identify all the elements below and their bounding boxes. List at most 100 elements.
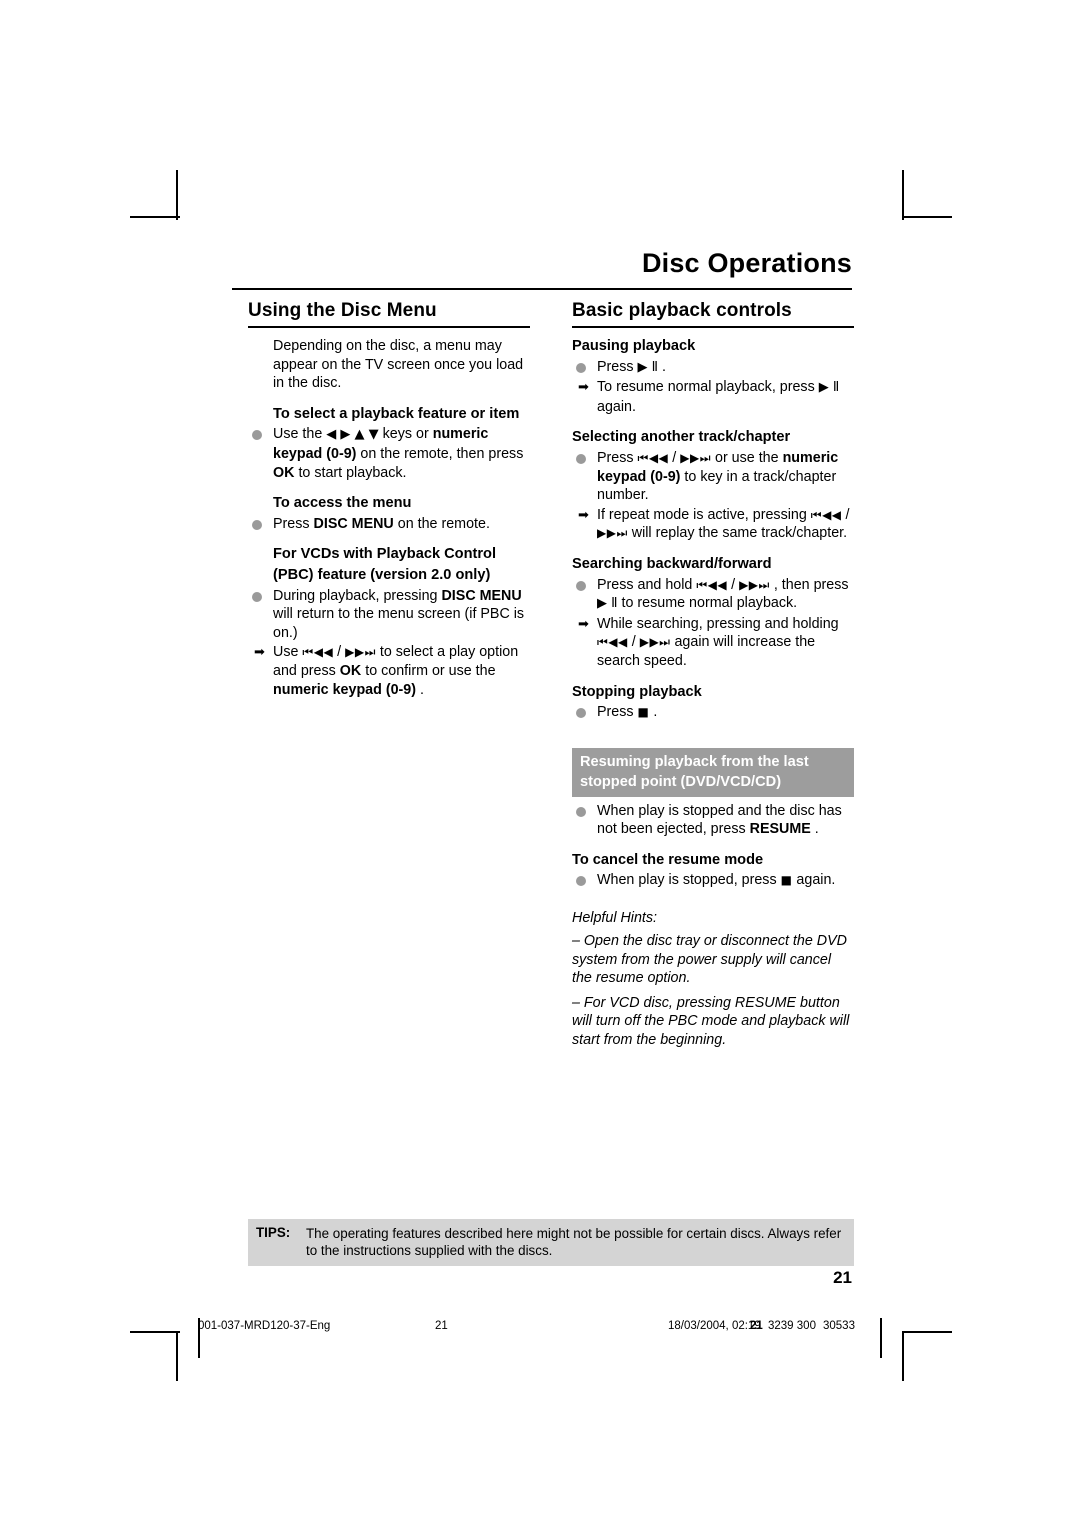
list-item: Press and hold ⏮◀◀ / ▶▶⏭ , then press ▶ … — [572, 576, 854, 614]
next-track-icon: ▶▶⏭ — [739, 577, 770, 592]
next-track-icon: ▶▶⏭ — [597, 526, 628, 541]
subheading-stopping-playback: Stopping playback — [572, 683, 702, 700]
header-divider — [232, 288, 852, 290]
list-item: Press ⏮◀◀ / ▶▶⏭ or use the numeric keypa… — [572, 449, 854, 505]
arrow-text-a: To resume normal playback, press — [597, 379, 815, 396]
direction-keys-icon: ◀ ▶ ▲ ▼ — [326, 427, 379, 443]
subheading-pausing-playback: Pausing playback — [572, 338, 696, 354]
bullet-dot-icon — [576, 708, 586, 719]
footer-date: 18/03/2004, 02:19 — [668, 1320, 761, 1332]
play-pause-icon: ▶ Ⅱ — [637, 359, 659, 375]
subheading-cancel-resume-mode: To cancel the resume mode — [572, 851, 764, 868]
bullet-text-a: Press — [597, 358, 634, 375]
bullet-text-b: . — [662, 358, 667, 375]
footer-code-2: 3239 300 — [768, 1320, 816, 1332]
helpful-hint-1: – Open the disc tray or disconnect the D… — [572, 933, 847, 987]
bullet-text-a: Press — [597, 704, 634, 721]
list-item: During playback, pressing DISC MENU will… — [248, 587, 530, 643]
arrow-icon: ➡ — [578, 379, 589, 395]
bullet-text-d: to start playback. — [298, 464, 407, 481]
bullet-text-b: or use the — [715, 449, 779, 466]
bullet-text-b: . — [814, 821, 819, 838]
play-pause-icon: ▶ Ⅱ — [818, 380, 840, 396]
list-item: When play is stopped, press ■ again. — [572, 871, 854, 890]
bullet-text-c: to resume normal playback. — [621, 595, 798, 612]
crop-mark-top-right-vertical — [902, 170, 904, 220]
arrow-text-d: . — [420, 681, 424, 698]
subheading-access-the-menu: To access the menu — [273, 495, 412, 512]
left-column: Using the Disc Menu Depending on the dis… — [248, 300, 530, 699]
bullet-text-b: keys or — [382, 426, 429, 443]
list-item-arrow: ➡ To resume normal playback, press ▶ Ⅱ a… — [572, 378, 854, 416]
bullet-bold-disc-menu: DISC MENU — [313, 515, 394, 532]
list-item: Press DISC MENU on the remote. — [248, 515, 530, 534]
previous-track-icon: ⏮◀◀ — [302, 645, 334, 660]
arrow-bold-ok: OK — [339, 662, 362, 679]
arrow-text-a: If repeat mode is active, pressing — [597, 506, 807, 523]
previous-track-icon: ⏮◀◀ — [696, 577, 728, 592]
list-item: When play is stopped and the disc has no… — [572, 802, 854, 839]
bullet-text-a: Press — [597, 449, 634, 466]
section-title-using-the-disc-menu: Using the Disc Menu — [248, 300, 437, 321]
bullet-text-b: , then press — [773, 576, 849, 593]
bullet-text-a: Press — [273, 515, 310, 532]
section-divider-left — [248, 326, 530, 328]
bullet-dot-icon — [252, 519, 262, 530]
previous-track-icon: ⏮◀◀ — [810, 507, 842, 522]
subheading-selecting-track-chapter: Selecting another track/chapter — [572, 429, 791, 446]
arrow-icon: ➡ — [578, 615, 589, 631]
list-item: Press ■ . — [572, 703, 854, 722]
list-item-arrow: ➡ Use ⏮◀◀ / ▶▶⏭ to select a play option … — [248, 643, 530, 699]
next-track-icon: ▶▶⏭ — [680, 450, 712, 465]
arrow-text-b: again will increase the search speed. — [597, 634, 816, 669]
arrow-text-a: While searching, pressing and holding — [597, 615, 839, 632]
bullet-bold-resume: RESUME — [749, 821, 811, 838]
bullet-text-a: Press and hold — [597, 576, 693, 593]
tips-box: TIPS: The operating features described h… — [248, 1219, 854, 1266]
bullet-dot-icon — [576, 876, 586, 887]
previous-track-icon: ⏮◀◀ — [597, 635, 628, 650]
footer-code-1: 21 — [750, 1320, 763, 1332]
arrow-text-a: Use — [273, 644, 299, 661]
tips-text: The operating features described here mi… — [306, 1226, 842, 1258]
bullet-dot-icon — [576, 806, 586, 817]
page-title: Disc Operations — [641, 248, 852, 278]
resume-banner-line1: Resuming playback from the last — [580, 753, 809, 770]
list-item-arrow: ➡ If repeat mode is active, pressing ⏮◀◀… — [572, 506, 854, 543]
crop-mark-top-right-horizontal — [902, 216, 952, 218]
slash-separator: / — [672, 449, 677, 466]
arrow-bold-numeric-keypad: numeric keypad (0-9) — [273, 681, 417, 698]
subheading-vcd-pbc-line1: For VCDs with Playback Control — [273, 546, 496, 563]
bullet-dot-icon — [252, 430, 262, 441]
section-title-basic-playback-controls: Basic playback controls — [572, 300, 792, 321]
subheading-vcd-pbc-line2: (PBC) feature (version 2.0 only) — [273, 566, 491, 583]
bullet-text-a: During playback, pressing — [273, 587, 438, 604]
stop-icon: ■ — [780, 873, 793, 888]
bullet-text-a: When play is stopped, press — [597, 872, 777, 889]
resume-banner: Resuming playback from the last stopped … — [572, 747, 854, 797]
arrow-icon: ➡ — [578, 506, 589, 522]
bullet-text-b: on the remote. — [397, 515, 490, 532]
footer-filename: 001-037-MRD120-37-Eng — [198, 1320, 331, 1332]
tips-label: TIPS: — [256, 1225, 291, 1240]
play-pause-icon: ▶ Ⅱ — [597, 596, 618, 612]
next-track-icon: ▶▶⏭ — [639, 635, 671, 650]
bullet-text-c: on the remote, then press — [360, 445, 524, 462]
bullet-text-b: . — [653, 704, 658, 721]
right-column: Basic playback controls Pausing playback… — [572, 300, 854, 1050]
bullet-bold-ok: OK — [273, 464, 295, 481]
footer-code-3: 30533 — [823, 1320, 855, 1332]
helpful-hint-2: – For VCD disc, pressing RESUME button w… — [572, 994, 850, 1049]
helpful-hints-title: Helpful Hints: — [572, 910, 658, 927]
bullet-dot-icon — [576, 580, 586, 591]
section-divider-right — [572, 326, 854, 328]
bullet-text-b: again. — [796, 872, 836, 889]
intro-paragraph: Depending on the disc, a menu may appear… — [273, 338, 524, 392]
page-number: 21 — [833, 1268, 852, 1287]
crop-mark-top-left-vertical — [176, 170, 178, 220]
bullet-text-b: will return to the menu screen (if PBC i… — [273, 606, 525, 641]
resume-banner-line2: stopped point (DVD/VCD/CD) — [580, 773, 782, 790]
footer-page: 21 — [435, 1320, 448, 1332]
bullet-text-a: Use the — [273, 426, 323, 443]
slash-separator: / — [337, 644, 342, 661]
